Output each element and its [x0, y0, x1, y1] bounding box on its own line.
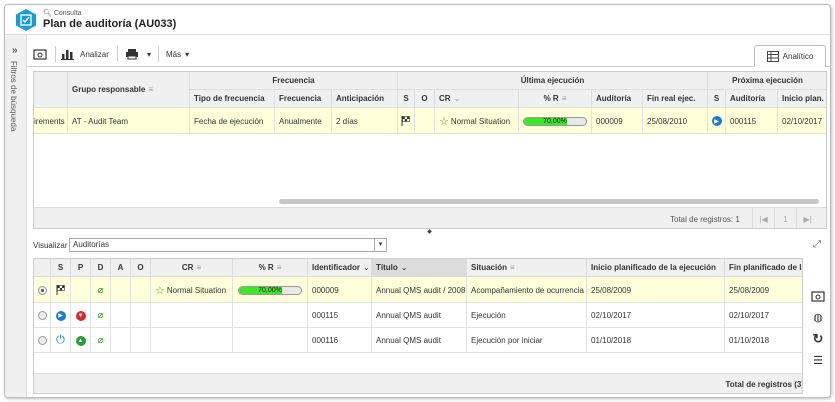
table-row[interactable]: ⏻ ▲ ⌀ 000116 Annual QMS audit Ejecución … — [34, 328, 802, 353]
next-page-button[interactable]: ▶| — [796, 208, 818, 228]
col-frecuencia[interactable]: Frecuencia — [275, 90, 332, 108]
refresh-button[interactable]: ↻ — [808, 330, 828, 348]
more-label: Más — [166, 49, 182, 59]
power-icon: ⏻ — [51, 328, 71, 353]
col-a[interactable]: A — [111, 259, 131, 277]
grid-footer: Total de registros (3) — [34, 373, 803, 393]
expand-icon[interactable]: ⤢ — [813, 239, 821, 250]
play-icon: ▶ — [55, 310, 66, 321]
row-radio[interactable] — [37, 311, 47, 320]
audit-app-icon — [16, 9, 36, 31]
plan-grid: Grupo responsable ≡ Frecuencia Última eje… — [33, 71, 827, 229]
col-o[interactable]: O — [415, 90, 435, 108]
col-percent-r[interactable]: % R ≡ — [233, 259, 308, 277]
play-icon: ▶ — [711, 116, 722, 126]
col-s-proxima[interactable]: S — [708, 90, 726, 108]
col-d[interactable]: D — [91, 259, 111, 277]
chevron-down-icon[interactable]: ▾ — [374, 239, 386, 251]
search-filters-label: Filtros de búsqueda — [9, 61, 18, 132]
analyze-button[interactable]: Analizar — [61, 45, 109, 63]
attachment-icon[interactable]: ⌀ — [91, 303, 111, 328]
globe-button[interactable]: ◍ — [808, 308, 828, 326]
total-records: Total de registros: 1 — [670, 215, 740, 224]
row-radio[interactable] — [37, 285, 47, 295]
analyze-label: Analizar — [80, 49, 109, 59]
header: 🔍︎ Consulta Plan de auditoría (AU033) — [5, 5, 830, 35]
view-record-button[interactable] — [33, 45, 47, 63]
table-icon — [766, 51, 779, 62]
arrow-up-icon: ▲ — [75, 335, 86, 346]
record-view-icon — [811, 291, 825, 302]
horizontal-scrollbar[interactable] — [279, 199, 819, 204]
search-filters-panel[interactable]: » Filtros de búsqueda — [5, 35, 27, 397]
arrow-down-icon: ▼ — [75, 310, 86, 321]
star-icon: ☆ — [155, 284, 165, 297]
col-grupo-responsable[interactable]: Grupo responsable ≡ — [68, 72, 190, 108]
list-icon: ☰ — [813, 354, 823, 367]
table-row[interactable]: ▶ ▼ ⌀ 000115 Annual QMS audit Ejecución … — [34, 303, 802, 328]
breadcrumb: 🔍︎ Consulta — [43, 10, 82, 17]
col-cr[interactable]: CR ≡ — [151, 259, 233, 277]
col-s[interactable]: S — [51, 259, 71, 277]
grid-footer: Total de registros: 1 |◀ 1 ▶| — [34, 207, 826, 228]
chevron-down-icon: ▾ — [147, 49, 152, 59]
col-identificador[interactable]: Identificador ⌄ — [308, 259, 372, 277]
col-fin-real[interactable]: Fin real ejec. — [643, 90, 708, 108]
visualizar-label: Visualizar — [33, 241, 68, 250]
col-cr[interactable]: CR ⌄ — [435, 90, 519, 108]
toolbar: Analizar ▾ Más ▾ Analítico — [27, 41, 830, 67]
globe-icon: ◍ — [813, 311, 823, 324]
search-icon: 🔍︎ — [43, 10, 52, 17]
col-auditoria[interactable]: Auditoría — [592, 90, 643, 108]
refresh-icon: ↻ — [812, 331, 824, 346]
checkered-flag-icon — [51, 277, 71, 303]
bar-chart-icon — [61, 50, 74, 60]
col-inicio-planificado[interactable]: Inicio planificado de la ejecución — [587, 259, 725, 277]
record-view-icon — [33, 49, 47, 60]
printer-icon — [126, 49, 138, 60]
tab-analitico[interactable]: Analítico — [754, 45, 826, 67]
col-fin-planificado[interactable]: Fin planificado de la — [725, 259, 802, 277]
first-page-button[interactable]: |◀ — [752, 208, 774, 228]
visualizar-select[interactable]: Auditorías ▾ — [69, 238, 387, 252]
attachment-icon[interactable]: ⌀ — [91, 277, 111, 303]
page-number[interactable]: 1 — [774, 208, 796, 228]
more-menu-button[interactable]: Más ▾ — [166, 45, 189, 63]
col-tipo-frecuencia[interactable]: Tipo de frecuencia — [190, 90, 275, 108]
star-icon: ☆ — [439, 115, 449, 128]
record-view-button[interactable] — [808, 287, 828, 305]
attachment-icon[interactable]: ⌀ — [91, 328, 111, 353]
window: 🔍︎ Consulta Plan de auditoría (AU033) » … — [4, 4, 831, 398]
col-situacion[interactable]: Situación ≡ — [467, 259, 587, 277]
group-header-ultima-ejecucion: Última ejecución — [398, 72, 708, 90]
progress-bar: 70,00% — [523, 116, 587, 126]
print-button[interactable]: ▾ — [125, 45, 151, 63]
expand-chevron-icon[interactable]: » — [12, 45, 18, 56]
audits-grid: S P D A O CR ≡ % R ≡ Identificador ⌄ Título… — [33, 258, 803, 394]
splitter-handle[interactable]: ◆ — [27, 229, 830, 235]
col-percent-r[interactable]: % R ≡ — [519, 90, 592, 108]
col-titulo[interactable]: Título ⌄ — [372, 259, 467, 277]
col-anticipacion[interactable]: Anticipación — [332, 90, 398, 108]
checkered-flag-icon — [398, 108, 415, 134]
group-header-proxima-ejecucion: Próxima ejecución — [708, 72, 826, 90]
row-radio[interactable] — [37, 336, 47, 345]
page-title: Plan de auditoría (AU033) — [43, 18, 177, 30]
table-row[interactable]: ⌀ ☆ Normal Situation 70,00% 000009 Annual… — [34, 277, 802, 303]
col-inicio-plan[interactable]: Inicio plan. ejec. — [778, 90, 826, 108]
list-button[interactable]: ☰ — [808, 351, 828, 369]
col-p[interactable]: P — [71, 259, 91, 277]
tab-analitico-label: Analítico — [782, 52, 814, 61]
total-records: Total de registros (3) — [725, 380, 803, 389]
col-s[interactable]: S — [398, 90, 415, 108]
chevron-down-icon: ▾ — [185, 49, 190, 59]
group-header-frecuencia: Frecuencia — [190, 72, 398, 90]
col-o[interactable]: O — [131, 259, 151, 277]
table-row[interactable]: irements AT - Audit Team Fecha de ejecuc… — [34, 108, 826, 134]
col-auditoria-proxima[interactable]: Auditoría — [726, 90, 778, 108]
progress-bar: 70,00% — [238, 285, 302, 295]
